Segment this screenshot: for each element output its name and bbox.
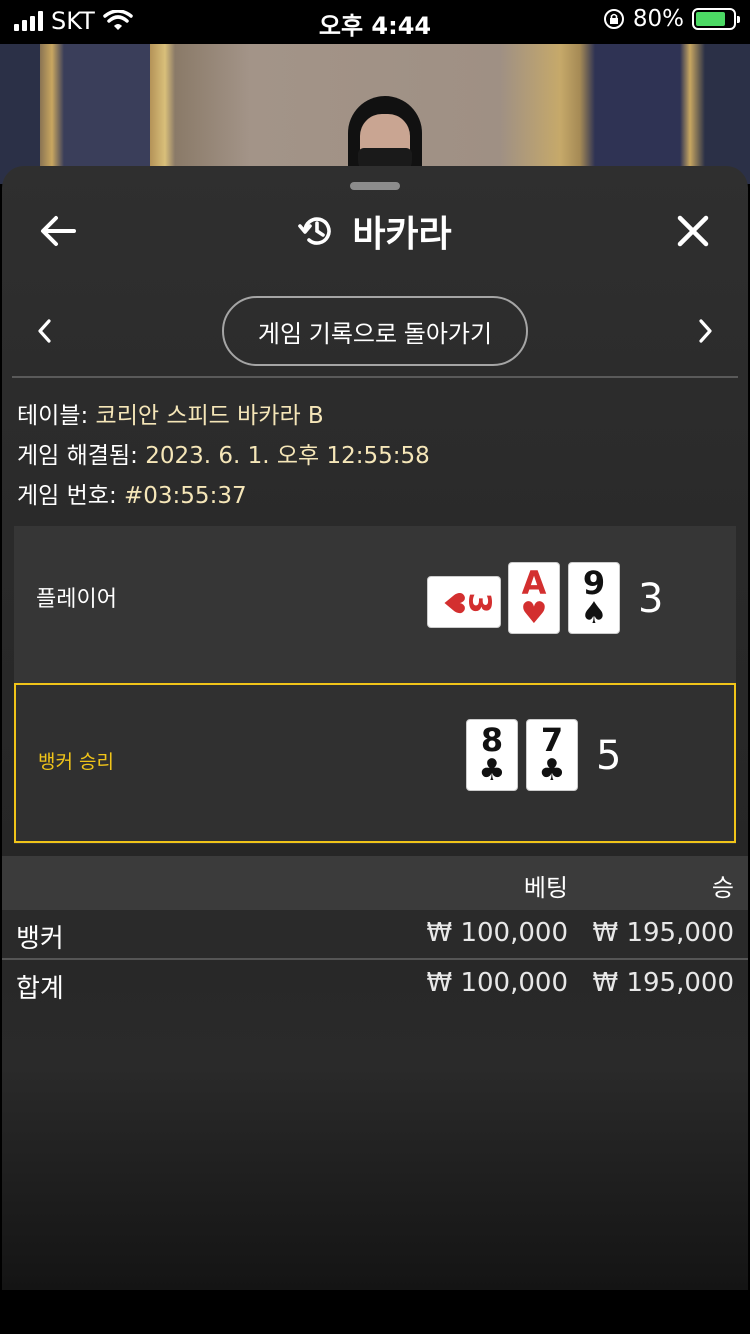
card-suit: ♠ <box>580 596 608 631</box>
bet-name: 합계 <box>16 974 64 1004</box>
card-rank: 7 <box>540 721 564 759</box>
close-icon[interactable] <box>676 214 710 248</box>
bet-amount: ₩ 100,000 <box>426 918 569 948</box>
status-bar: SKT 오후 4:44 80% <box>0 0 750 44</box>
chevron-left-icon[interactable] <box>32 316 56 346</box>
game-navigation: 게임 기록으로 돌아가기 <box>2 296 748 366</box>
bets-col-bet: 베팅 <box>523 874 568 902</box>
page-title: 바카라 <box>352 214 452 255</box>
orientation-lock-icon <box>603 9 624 29</box>
player-card-2: A ♥ <box>508 562 560 634</box>
info-game-number-value: #03:55:37 <box>124 483 247 509</box>
bets-header: 베팅 승 <box>2 856 748 910</box>
banker-card-2: 7 ♣ <box>526 719 578 791</box>
result-panel: 플레이어 ♥ 3 A ♥ 9 ♠ 3 뱅커 승리 8 ♣ 7 ♣ 5 <box>14 526 736 844</box>
divider <box>12 376 738 378</box>
status-right: 80% <box>603 6 740 32</box>
bet-name: 뱅커 <box>16 924 64 954</box>
info-table-label: 테이블: <box>17 403 89 429</box>
banker-card-1: 8 ♣ <box>466 719 518 791</box>
info-game-number-label: 게임 번호: <box>17 483 117 509</box>
sheet-grabber[interactable] <box>350 182 400 190</box>
bets-col-win: 승 <box>711 874 734 902</box>
player-label: 플레이어 <box>36 587 117 612</box>
player-card-1: ♥ 3 <box>427 576 501 628</box>
card-rank: 3 <box>461 592 497 614</box>
card-rank: 9 <box>582 564 606 602</box>
sheet-header: 바카라 <box>2 206 748 256</box>
player-row: 플레이어 ♥ 3 A ♥ 9 ♠ 3 <box>14 526 736 676</box>
card-suit: ♣ <box>538 753 566 788</box>
win-amount: ₩ 195,000 <box>592 918 735 948</box>
player-card-3: 9 ♠ <box>568 562 620 634</box>
bet-row-banker: 뱅커 ₩ 100,000 ₩ 195,000 <box>2 910 748 958</box>
card-rank: A <box>521 564 547 602</box>
banker-score: 5 <box>596 733 622 779</box>
battery-icon <box>692 8 740 30</box>
info-game-number: 게임 번호: #03:55:37 <box>17 476 247 510</box>
live-video-background <box>0 44 750 184</box>
win-amount: ₩ 195,000 <box>592 968 735 998</box>
card-suit: ♣ <box>478 753 506 788</box>
info-table-value: 코리안 스피드 바카라 B <box>95 403 324 429</box>
player-score: 3 <box>638 576 664 622</box>
history-icon <box>298 217 332 245</box>
battery-percent: 80% <box>632 6 684 32</box>
chevron-right-icon[interactable] <box>694 316 718 346</box>
back-to-history-button[interactable]: 게임 기록으로 돌아가기 <box>222 296 528 366</box>
title-group: 바카라 <box>2 206 748 256</box>
history-sheet: 바카라 게임 기록으로 돌아가기 테이블: 코리안 스피드 바카라 B 게임 해… <box>2 166 748 1290</box>
info-resolved: 게임 해결됨: 2023. 6. 1. 오후 12:55:58 <box>17 436 430 470</box>
info-resolved-value: 2023. 6. 1. 오후 12:55:58 <box>145 443 430 469</box>
card-suit: ♥ <box>520 596 548 631</box>
card-rank: 8 <box>480 721 504 759</box>
info-table: 테이블: 코리안 스피드 바카라 B <box>17 396 324 430</box>
banker-row: 뱅커 승리 8 ♣ 7 ♣ 5 <box>14 683 736 843</box>
info-resolved-label: 게임 해결됨: <box>17 443 138 469</box>
bet-amount: ₩ 100,000 <box>426 968 569 998</box>
banker-win-label: 뱅커 승리 <box>38 751 114 773</box>
bet-row-total: 합계 ₩ 100,000 ₩ 195,000 <box>2 960 748 1008</box>
